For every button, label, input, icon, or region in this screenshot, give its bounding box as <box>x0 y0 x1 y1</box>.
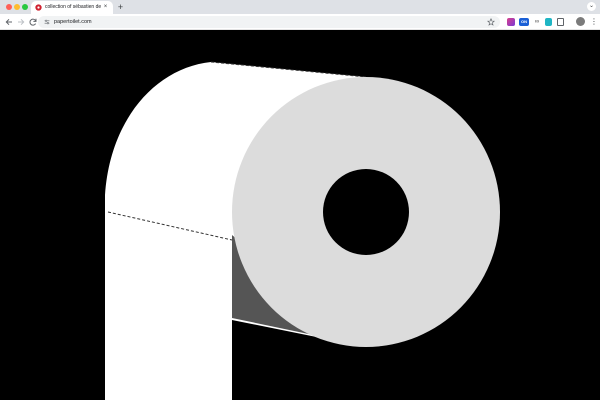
extension-drop-icon[interactable] <box>545 18 552 26</box>
browser-tab-active[interactable]: collection of sébastien de ganay × <box>31 1 113 14</box>
extension-icon[interactable] <box>507 18 515 26</box>
extension-link-icon[interactable]: ∞ <box>533 18 541 26</box>
roll-core-hole <box>323 169 409 255</box>
close-window-button[interactable] <box>6 4 12 10</box>
address-bar[interactable]: papertoilet.com <box>38 16 500 28</box>
back-arrow-icon[interactable] <box>4 17 14 27</box>
url-text[interactable]: papertoilet.com <box>54 16 92 28</box>
tab-strip: collection of sébastien de ganay × + ⌄ <box>0 0 600 14</box>
new-tab-button[interactable]: + <box>116 2 125 12</box>
reload-icon[interactable] <box>28 17 38 27</box>
browser-toolbar: papertoilet.com ON ∞ ⋮ <box>0 14 600 30</box>
forward-arrow-icon[interactable] <box>16 17 26 27</box>
bookmark-star-icon[interactable] <box>487 18 495 26</box>
extensions-puzzle-icon[interactable] <box>557 18 564 26</box>
toilet-paper-icon <box>35 4 42 11</box>
page-viewport <box>0 30 600 400</box>
minimize-window-button[interactable] <box>14 4 20 10</box>
tab-close-icon[interactable]: × <box>102 4 109 11</box>
extension-on-badge[interactable]: ON <box>519 18 529 26</box>
site-info-icon[interactable] <box>44 19 50 25</box>
tab-search-button[interactable]: ⌄ <box>587 2 596 11</box>
browser-menu-icon[interactable]: ⋮ <box>590 17 598 27</box>
profile-avatar[interactable] <box>576 17 585 26</box>
tab-title: collection of sébastien de ganay <box>45 4 102 10</box>
fullscreen-window-button[interactable] <box>22 4 28 10</box>
toilet-roll-illustration[interactable] <box>0 30 600 400</box>
